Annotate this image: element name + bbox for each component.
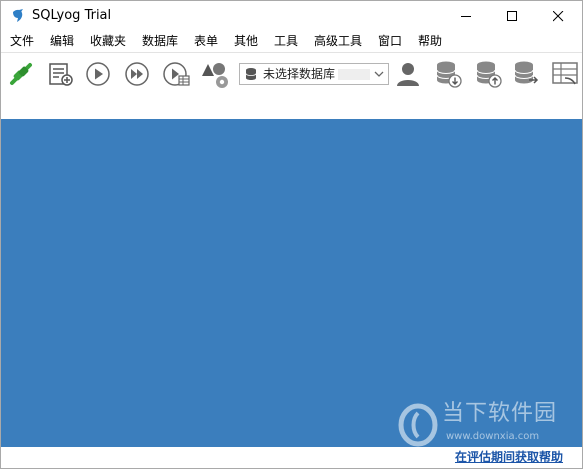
new-query-icon <box>49 63 73 86</box>
database-download-icon <box>436 61 462 88</box>
new-connection-button[interactable] <box>6 59 36 89</box>
watermark: 当下软件园 www.downxia.com <box>396 399 576 449</box>
table-import-icon <box>552 62 578 85</box>
watermark-title: 当下软件园 <box>442 401 558 426</box>
menu-other[interactable]: 其他 <box>234 33 258 49</box>
database-select-value: 未选择数据库 <box>263 67 336 81</box>
dolphin-icon <box>13 9 23 22</box>
minimize-icon <box>461 16 471 17</box>
database-icon <box>245 68 257 80</box>
menu-bar: 文件 编辑 收藏夹 数据库 表单 其他 工具 高级工具 窗口 帮助 <box>1 31 582 51</box>
restore-database-button[interactable] <box>474 59 504 89</box>
minimize-button[interactable] <box>444 1 490 31</box>
execute-all-button[interactable] <box>123 59 153 89</box>
execute-edit-button[interactable] <box>162 59 192 89</box>
watermark-logo-icon <box>398 403 438 447</box>
app-window: SQLyog Trial 文件 编辑 收藏夹 数据库 表单 其他 工具 高级工具… <box>0 0 583 469</box>
window-title: SQLyog Trial <box>32 8 112 23</box>
menu-file[interactable]: 文件 <box>10 33 34 49</box>
status-bar: 在评估期间获取帮助 <box>1 447 582 468</box>
menu-tools[interactable]: 工具 <box>274 33 298 49</box>
execute-query-button[interactable] <box>84 59 114 89</box>
database-select-placeholder-bar <box>338 69 370 80</box>
play-icon <box>86 62 110 86</box>
fast-forward-icon <box>125 62 149 86</box>
menu-database[interactable]: 数据库 <box>142 33 178 49</box>
play-table-icon <box>163 62 190 86</box>
database-select[interactable]: 未选择数据库 <box>239 63 389 85</box>
plug-connection-icon <box>10 63 32 85</box>
watermark-url: www.downxia.com <box>446 431 540 442</box>
user-icon <box>397 63 419 86</box>
evaluation-help-link[interactable]: 在评估期间获取帮助 <box>455 450 563 465</box>
workspace-area[interactable] <box>1 119 582 447</box>
menu-table[interactable]: 表单 <box>194 33 218 49</box>
backup-database-button[interactable] <box>434 59 464 89</box>
close-button[interactable] <box>536 1 582 31</box>
toolbar: 未选择数据库 <box>1 53 582 118</box>
new-query-button[interactable] <box>47 59 77 89</box>
maximize-button[interactable] <box>490 1 536 31</box>
menu-advanced-tools[interactable]: 高级工具 <box>314 33 362 49</box>
menu-edit[interactable]: 编辑 <box>50 33 74 49</box>
menu-favorites[interactable]: 收藏夹 <box>90 33 126 49</box>
title-bar[interactable]: SQLyog Trial <box>1 1 582 31</box>
database-sync-button[interactable] <box>512 59 542 89</box>
menu-help[interactable]: 帮助 <box>418 33 442 49</box>
menu-window[interactable]: 窗口 <box>378 33 402 49</box>
database-upload-icon <box>476 61 502 88</box>
user-manager-button[interactable] <box>394 59 424 89</box>
shapes-icon <box>202 63 228 88</box>
maximize-icon <box>507 11 517 21</box>
chevron-down-icon <box>374 71 384 77</box>
close-icon <box>553 11 564 22</box>
import-table-button[interactable] <box>551 59 581 89</box>
database-sync-icon <box>514 61 539 84</box>
schema-designer-button[interactable] <box>200 59 230 89</box>
